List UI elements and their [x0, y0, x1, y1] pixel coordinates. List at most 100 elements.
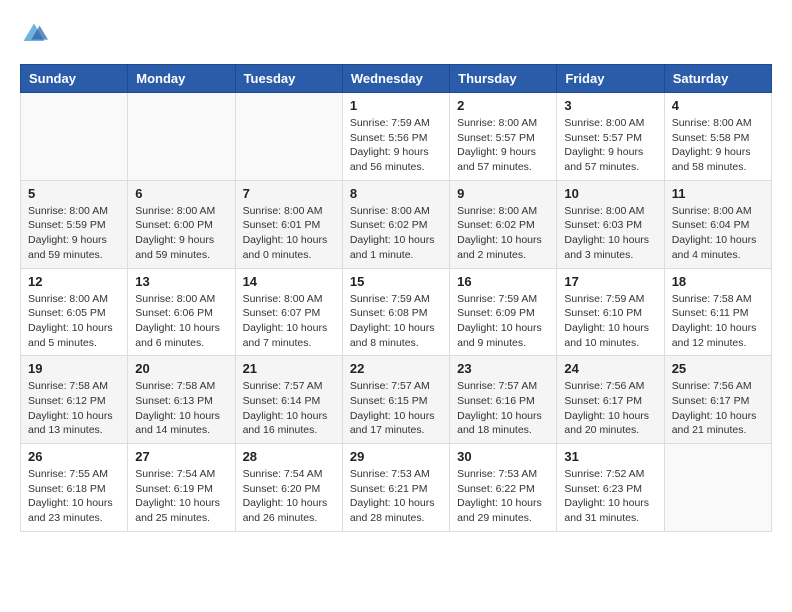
- day-info: Sunrise: 7:53 AM Sunset: 6:21 PM Dayligh…: [350, 467, 442, 526]
- calendar-day-cell: 1Sunrise: 7:59 AM Sunset: 5:56 PM Daylig…: [342, 93, 449, 181]
- calendar-day-cell: 6 Sunrise: 8:00 AM Sunset: 6:00 PM Daylig…: [128, 180, 235, 268]
- calendar-day-cell: 30Sunrise: 7:53 AM Sunset: 6:22 PM Dayli…: [450, 444, 557, 532]
- day-number: 14: [243, 274, 335, 289]
- calendar-day-cell: 22 Sunrise: 7:57 AM Sunset: 6:15 PM Dayli…: [342, 356, 449, 444]
- day-info: Sunrise: 8:00 AM Sunset: 6:01 PM Dayligh…: [243, 204, 335, 263]
- day-number: 19: [28, 361, 120, 376]
- day-info: Sunrise: 7:56 AM Sunset: 6:17 PM Dayligh…: [672, 379, 764, 438]
- calendar-day-cell: 9 Sunrise: 8:00 AM Sunset: 6:02 PM Daylig…: [450, 180, 557, 268]
- calendar-day-cell: 26 Sunrise: 7:55 AM Sunset: 6:18 PM Dayli…: [21, 444, 128, 532]
- day-number: 2: [457, 98, 549, 113]
- day-number: 6: [135, 186, 227, 201]
- day-number: 31: [564, 449, 656, 464]
- day-info: Sunrise: 8:00 AM Sunset: 6:04 PM Dayligh…: [672, 204, 764, 263]
- day-info: Sunrise: 7:57 AM Sunset: 6:14 PM Dayligh…: [243, 379, 335, 438]
- day-number: 28: [243, 449, 335, 464]
- day-number: 30: [457, 449, 549, 464]
- day-info: Sunrise: 8:00 AM Sunset: 5:58 PM Dayligh…: [672, 116, 764, 175]
- day-number: 15: [350, 274, 442, 289]
- day-number: 29: [350, 449, 442, 464]
- day-info: Sunrise: 8:00 AM Sunset: 5:57 PM Dayligh…: [564, 116, 656, 175]
- day-number: 17: [564, 274, 656, 289]
- calendar-day-cell: [664, 444, 771, 532]
- day-info: Sunrise: 8:00 AM Sunset: 6:03 PM Dayligh…: [564, 204, 656, 263]
- calendar-day-cell: 11 Sunrise: 8:00 AM Sunset: 6:04 PM Dayli…: [664, 180, 771, 268]
- day-info: Sunrise: 7:59 AM Sunset: 6:09 PM Dayligh…: [457, 292, 549, 351]
- day-number: 5: [28, 186, 120, 201]
- calendar-day-cell: 8 Sunrise: 8:00 AM Sunset: 6:02 PM Daylig…: [342, 180, 449, 268]
- day-number: 8: [350, 186, 442, 201]
- day-info: Sunrise: 7:57 AM Sunset: 6:16 PM Dayligh…: [457, 379, 549, 438]
- weekday-header-row: SundayMondayTuesdayWednesdayThursdayFrid…: [21, 65, 772, 93]
- day-info: Sunrise: 7:59 AM Sunset: 6:10 PM Dayligh…: [564, 292, 656, 351]
- day-number: 25: [672, 361, 764, 376]
- calendar-day-cell: 15 Sunrise: 7:59 AM Sunset: 6:08 PM Dayli…: [342, 268, 449, 356]
- weekday-header-wednesday: Wednesday: [342, 65, 449, 93]
- weekday-header-thursday: Thursday: [450, 65, 557, 93]
- day-number: 1: [350, 98, 442, 113]
- day-info: Sunrise: 8:00 AM Sunset: 6:02 PM Dayligh…: [350, 204, 442, 263]
- day-info: Sunrise: 7:55 AM Sunset: 6:18 PM Dayligh…: [28, 467, 120, 526]
- day-info: Sunrise: 7:58 AM Sunset: 6:11 PM Dayligh…: [672, 292, 764, 351]
- day-info: Sunrise: 7:54 AM Sunset: 6:19 PM Dayligh…: [135, 467, 227, 526]
- calendar-day-cell: 24 Sunrise: 7:56 AM Sunset: 6:17 PM Dayli…: [557, 356, 664, 444]
- calendar-day-cell: 4Sunrise: 8:00 AM Sunset: 5:58 PM Daylig…: [664, 93, 771, 181]
- calendar-day-cell: 21 Sunrise: 7:57 AM Sunset: 6:14 PM Dayli…: [235, 356, 342, 444]
- day-info: Sunrise: 8:00 AM Sunset: 5:59 PM Dayligh…: [28, 204, 120, 263]
- day-info: Sunrise: 8:00 AM Sunset: 6:00 PM Dayligh…: [135, 204, 227, 263]
- day-number: 12: [28, 274, 120, 289]
- calendar-day-cell: 5 Sunrise: 8:00 AM Sunset: 5:59 PM Daylig…: [21, 180, 128, 268]
- calendar-day-cell: 27 Sunrise: 7:54 AM Sunset: 6:19 PM Dayli…: [128, 444, 235, 532]
- day-number: 22: [350, 361, 442, 376]
- day-number: 10: [564, 186, 656, 201]
- day-number: 20: [135, 361, 227, 376]
- day-info: Sunrise: 7:59 AM Sunset: 6:08 PM Dayligh…: [350, 292, 442, 351]
- day-number: 9: [457, 186, 549, 201]
- calendar-day-cell: 13 Sunrise: 8:00 AM Sunset: 6:06 PM Dayli…: [128, 268, 235, 356]
- day-info: Sunrise: 8:00 AM Sunset: 5:57 PM Dayligh…: [457, 116, 549, 175]
- calendar-day-cell: 2 Sunrise: 8:00 AM Sunset: 5:57 PM Daylig…: [450, 93, 557, 181]
- logo: [20, 20, 50, 48]
- calendar-table: SundayMondayTuesdayWednesdayThursdayFrid…: [20, 64, 772, 532]
- calendar-day-cell: [235, 93, 342, 181]
- day-number: 23: [457, 361, 549, 376]
- calendar-day-cell: 25 Sunrise: 7:56 AM Sunset: 6:17 PM Dayli…: [664, 356, 771, 444]
- calendar-day-cell: [21, 93, 128, 181]
- day-number: 7: [243, 186, 335, 201]
- weekday-header-tuesday: Tuesday: [235, 65, 342, 93]
- weekday-header-sunday: Sunday: [21, 65, 128, 93]
- calendar-day-cell: 20 Sunrise: 7:58 AM Sunset: 6:13 PM Dayli…: [128, 356, 235, 444]
- calendar-week-row: 26 Sunrise: 7:55 AM Sunset: 6:18 PM Dayli…: [21, 444, 772, 532]
- day-info: Sunrise: 7:56 AM Sunset: 6:17 PM Dayligh…: [564, 379, 656, 438]
- day-number: 21: [243, 361, 335, 376]
- day-number: 26: [28, 449, 120, 464]
- calendar-day-cell: 28 Sunrise: 7:54 AM Sunset: 6:20 PM Dayli…: [235, 444, 342, 532]
- day-info: Sunrise: 8:00 AM Sunset: 6:07 PM Dayligh…: [243, 292, 335, 351]
- day-info: Sunrise: 7:54 AM Sunset: 6:20 PM Dayligh…: [243, 467, 335, 526]
- calendar-week-row: 1Sunrise: 7:59 AM Sunset: 5:56 PM Daylig…: [21, 93, 772, 181]
- weekday-header-saturday: Saturday: [664, 65, 771, 93]
- calendar-day-cell: 31Sunrise: 7:52 AM Sunset: 6:23 PM Dayli…: [557, 444, 664, 532]
- weekday-header-monday: Monday: [128, 65, 235, 93]
- day-number: 13: [135, 274, 227, 289]
- calendar-day-cell: 29 Sunrise: 7:53 AM Sunset: 6:21 PM Dayli…: [342, 444, 449, 532]
- day-info: Sunrise: 8:00 AM Sunset: 6:06 PM Dayligh…: [135, 292, 227, 351]
- day-info: Sunrise: 7:57 AM Sunset: 6:15 PM Dayligh…: [350, 379, 442, 438]
- calendar-week-row: 5 Sunrise: 8:00 AM Sunset: 5:59 PM Daylig…: [21, 180, 772, 268]
- calendar-day-cell: [128, 93, 235, 181]
- day-number: 18: [672, 274, 764, 289]
- day-number: 24: [564, 361, 656, 376]
- calendar-day-cell: 19Sunrise: 7:58 AM Sunset: 6:12 PM Dayli…: [21, 356, 128, 444]
- calendar-day-cell: 3Sunrise: 8:00 AM Sunset: 5:57 PM Daylig…: [557, 93, 664, 181]
- day-number: 16: [457, 274, 549, 289]
- calendar-day-cell: 17 Sunrise: 7:59 AM Sunset: 6:10 PM Dayli…: [557, 268, 664, 356]
- day-info: Sunrise: 8:00 AM Sunset: 6:02 PM Dayligh…: [457, 204, 549, 263]
- page-header: [20, 20, 772, 48]
- day-number: 27: [135, 449, 227, 464]
- calendar-day-cell: 23 Sunrise: 7:57 AM Sunset: 6:16 PM Dayli…: [450, 356, 557, 444]
- calendar-day-cell: 16 Sunrise: 7:59 AM Sunset: 6:09 PM Dayli…: [450, 268, 557, 356]
- day-info: Sunrise: 7:58 AM Sunset: 6:13 PM Dayligh…: [135, 379, 227, 438]
- logo-icon: [20, 20, 48, 48]
- day-info: Sunrise: 8:00 AM Sunset: 6:05 PM Dayligh…: [28, 292, 120, 351]
- day-number: 11: [672, 186, 764, 201]
